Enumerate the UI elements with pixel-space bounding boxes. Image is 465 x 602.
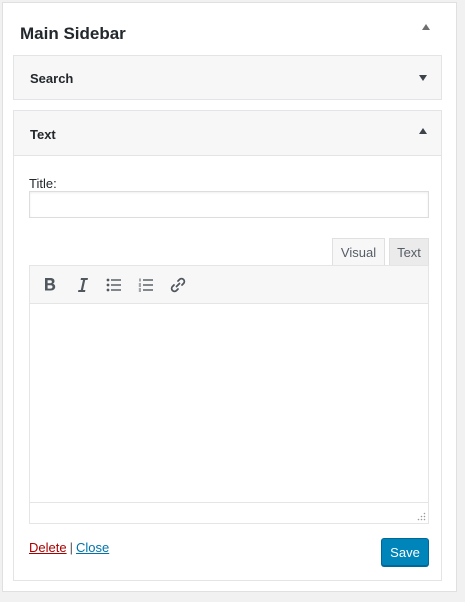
widget-title-search[interactable]: Search bbox=[30, 71, 73, 86]
bulleted-list-icon bbox=[106, 278, 121, 292]
caret-up-icon[interactable] bbox=[419, 128, 427, 134]
editor-content-area[interactable] bbox=[30, 304, 428, 502]
widget-text-body: Title: Visual Text Delete | Close Save bbox=[14, 155, 441, 580]
numbered-list-icon bbox=[138, 278, 153, 292]
tab-text[interactable]: Text bbox=[389, 238, 429, 266]
title-input[interactable] bbox=[29, 191, 429, 218]
resize-handle-icon[interactable] bbox=[416, 511, 426, 521]
bold-button[interactable] bbox=[38, 273, 62, 297]
numbered-list-button[interactable] bbox=[134, 273, 158, 297]
text-editor bbox=[29, 265, 429, 524]
close-link[interactable]: Close bbox=[76, 540, 109, 555]
italic-icon bbox=[78, 278, 88, 292]
editor-statusbar bbox=[30, 502, 428, 523]
link-separator: | bbox=[69, 540, 73, 555]
main-sidebar-panel: Main Sidebar Search Text Title: Visual T… bbox=[2, 2, 457, 592]
save-button[interactable]: Save bbox=[381, 538, 429, 566]
editor-toolbar bbox=[30, 266, 428, 304]
link-icon bbox=[170, 277, 186, 293]
widget-actions: Delete | Close bbox=[29, 540, 109, 555]
link-button[interactable] bbox=[166, 273, 190, 297]
widget-text: Text Title: Visual Text Delete | Close S… bbox=[13, 110, 442, 581]
bulleted-list-button[interactable] bbox=[102, 273, 126, 297]
panel-title[interactable]: Main Sidebar bbox=[20, 24, 126, 44]
delete-link[interactable]: Delete bbox=[29, 540, 67, 555]
widget-title-text[interactable]: Text bbox=[30, 127, 56, 142]
caret-up-icon[interactable] bbox=[422, 24, 430, 30]
widget-search[interactable]: Search bbox=[13, 55, 442, 100]
tab-visual[interactable]: Visual bbox=[332, 238, 385, 266]
caret-down-icon[interactable] bbox=[419, 75, 427, 81]
title-label: Title: bbox=[29, 176, 57, 191]
bold-icon bbox=[45, 278, 56, 291]
italic-button[interactable] bbox=[70, 273, 94, 297]
